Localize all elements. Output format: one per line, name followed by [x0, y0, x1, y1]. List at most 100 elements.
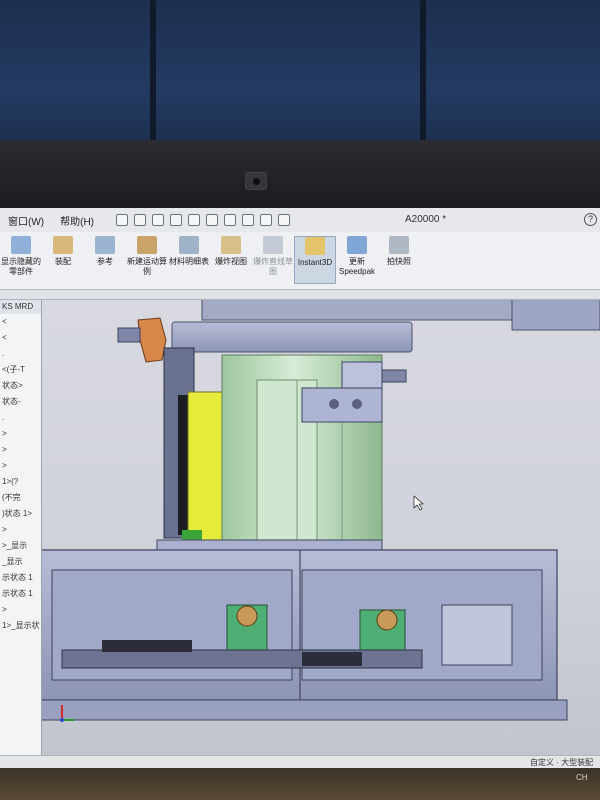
take-snapshot-button[interactable]: 拍快照 — [378, 236, 420, 267]
tree-item[interactable]: )状态 1> — [0, 506, 41, 522]
tree-item[interactable]: <(子-T — [0, 362, 41, 378]
actuator-head — [341, 361, 383, 389]
tree-item[interactable]: 1>_显示状 — [0, 618, 41, 634]
input-method-indicator[interactable]: CH — [576, 773, 588, 782]
instant3d-button[interactable]: Instant3D — [294, 236, 336, 284]
reference-geometry-icon — [95, 236, 115, 254]
base-frame — [42, 699, 568, 721]
motion-study-icon — [137, 236, 157, 254]
ribbon-toolbar: 显示隐藏的零部件 装配 参考 新建运动算例 材料明细表 爆炸视图 爆炸直线草图 — [0, 232, 600, 290]
eye-icon — [11, 236, 31, 254]
show-hidden-components-button[interactable]: 显示隐藏的零部件 — [0, 236, 42, 277]
ribbon-label: 参考 — [97, 257, 113, 266]
menu-window[interactable]: 窗口(W) — [0, 213, 52, 228]
actuator-bolt — [329, 399, 339, 409]
webcam-icon — [245, 172, 267, 190]
new-document-icon[interactable] — [152, 214, 164, 226]
options-gear-icon[interactable] — [278, 214, 290, 226]
new-motion-study-button[interactable]: 新建运动算例 — [126, 236, 168, 277]
tree-item[interactable]: > — [0, 442, 41, 458]
tree-item[interactable]: > — [0, 602, 41, 618]
graphics-viewport[interactable] — [42, 300, 600, 755]
tree-item[interactable]: 示状态 1 — [0, 586, 41, 602]
ribbon-label: 更新 Speedpak — [338, 257, 376, 276]
tree-item[interactable]: _显示 — [0, 554, 41, 570]
side-actuator-block — [301, 387, 383, 423]
orange-bracket — [137, 317, 167, 363]
ribbon-label: 爆炸直线草图 — [253, 257, 293, 276]
select-arrow-icon[interactable] — [242, 214, 254, 226]
tree-item[interactable]: < — [0, 314, 41, 330]
small-bracket — [117, 327, 141, 343]
ribbon-label: 爆炸视图 — [215, 257, 247, 266]
tree-item-list: < <. <(子-T 状态> 状态-. > > >1>(? (不完)状态 1> > >_显示 _显示示… — [0, 314, 41, 634]
bom-icon — [179, 236, 199, 254]
instant3d-icon — [305, 237, 325, 255]
tree-item[interactable]: >_显示 — [0, 538, 41, 554]
explode-line-sketch-icon — [263, 236, 283, 254]
top-frame-bracket — [511, 300, 600, 331]
ribbon-label: 显示隐藏的零部件 — [1, 257, 41, 276]
ribbon-label: 拍快照 — [387, 257, 411, 266]
housing-window — [441, 604, 513, 666]
tree-item[interactable]: > — [0, 458, 41, 474]
bill-of-materials-button[interactable]: 材料明细表 — [168, 236, 210, 267]
exploded-view-icon — [221, 236, 241, 254]
print-icon[interactable] — [206, 214, 218, 226]
cad-application-window: 窗口(W) 帮助(H) A20000 * ? 显示隐藏的零部件 装配 参考 新建… — [0, 208, 600, 768]
tree-item[interactable]: 示状态 1 — [0, 570, 41, 586]
ribbon-label: Instant3D — [297, 258, 333, 267]
gear-rack — [102, 640, 192, 652]
tree-item[interactable]: (不完 — [0, 490, 41, 506]
home-icon[interactable] — [134, 214, 146, 226]
undo-icon[interactable] — [224, 214, 236, 226]
wall-seam — [420, 0, 426, 150]
ribbon-label: 新建运动算例 — [127, 257, 167, 276]
menu-bar: 窗口(W) 帮助(H) A20000 * ? — [0, 208, 600, 232]
tree-item[interactable]: 状态> — [0, 378, 41, 394]
snapshot-icon — [389, 236, 409, 254]
bearing-left — [236, 605, 258, 627]
speedpak-icon — [347, 236, 367, 254]
tree-item[interactable]: > — [0, 426, 41, 442]
tree-item[interactable]: < — [0, 330, 41, 346]
help-icon[interactable]: ? — [584, 213, 597, 226]
fitting — [381, 369, 407, 383]
tree-item[interactable]: 状态- — [0, 394, 41, 410]
ribbon-label: 装配 — [55, 257, 71, 266]
triad-origin — [60, 718, 64, 722]
save-icon[interactable] — [188, 214, 200, 226]
tree-item[interactable]: . — [0, 410, 41, 426]
feature-manager-tree: KS MRD < <. <(子-T 状态> 状态-. > > >1>(? (不完)状态 1> > >… — [0, 300, 42, 768]
mouse-cursor-icon — [413, 495, 424, 511]
wall-seam — [150, 0, 156, 150]
assembly-icon — [53, 236, 73, 254]
command-manager-tabs[interactable] — [0, 290, 600, 300]
rebuild-icon[interactable] — [260, 214, 272, 226]
os-taskbar: CH — [0, 768, 600, 800]
status-text: 自定义 · 大型装配体 — [530, 758, 594, 767]
actuator-bolt — [352, 399, 362, 409]
monitor-bezel — [0, 140, 600, 210]
quick-access-toolbar — [116, 214, 290, 226]
document-title: A20000 * — [405, 214, 447, 225]
menu-help[interactable]: 帮助(H) — [52, 213, 102, 228]
tree-item[interactable]: . — [0, 346, 41, 362]
assembly-button[interactable]: 装配 — [42, 236, 84, 267]
pin-icon[interactable] — [116, 214, 128, 226]
explode-line-sketch-button[interactable]: 爆炸直线草图 — [252, 236, 294, 277]
upper-flange — [171, 321, 413, 353]
open-folder-icon[interactable] — [170, 214, 182, 226]
bearing-right — [376, 609, 398, 631]
exploded-view-button[interactable]: 爆炸视图 — [210, 236, 252, 267]
tree-header[interactable]: KS MRD — [0, 300, 41, 314]
ribbon-label: 材料明细表 — [169, 257, 209, 266]
gear-rack — [302, 652, 362, 666]
reference-geometry-button[interactable]: 参考 — [84, 236, 126, 267]
status-bar: 自定义 · 大型装配体 — [0, 755, 600, 768]
tree-item[interactable]: 1>(? — [0, 474, 41, 490]
cad-assembly-model[interactable] — [42, 300, 600, 755]
tree-item[interactable]: > — [0, 522, 41, 538]
drive-shaft — [61, 649, 423, 669]
update-speedpak-button[interactable]: 更新 Speedpak — [336, 236, 378, 277]
